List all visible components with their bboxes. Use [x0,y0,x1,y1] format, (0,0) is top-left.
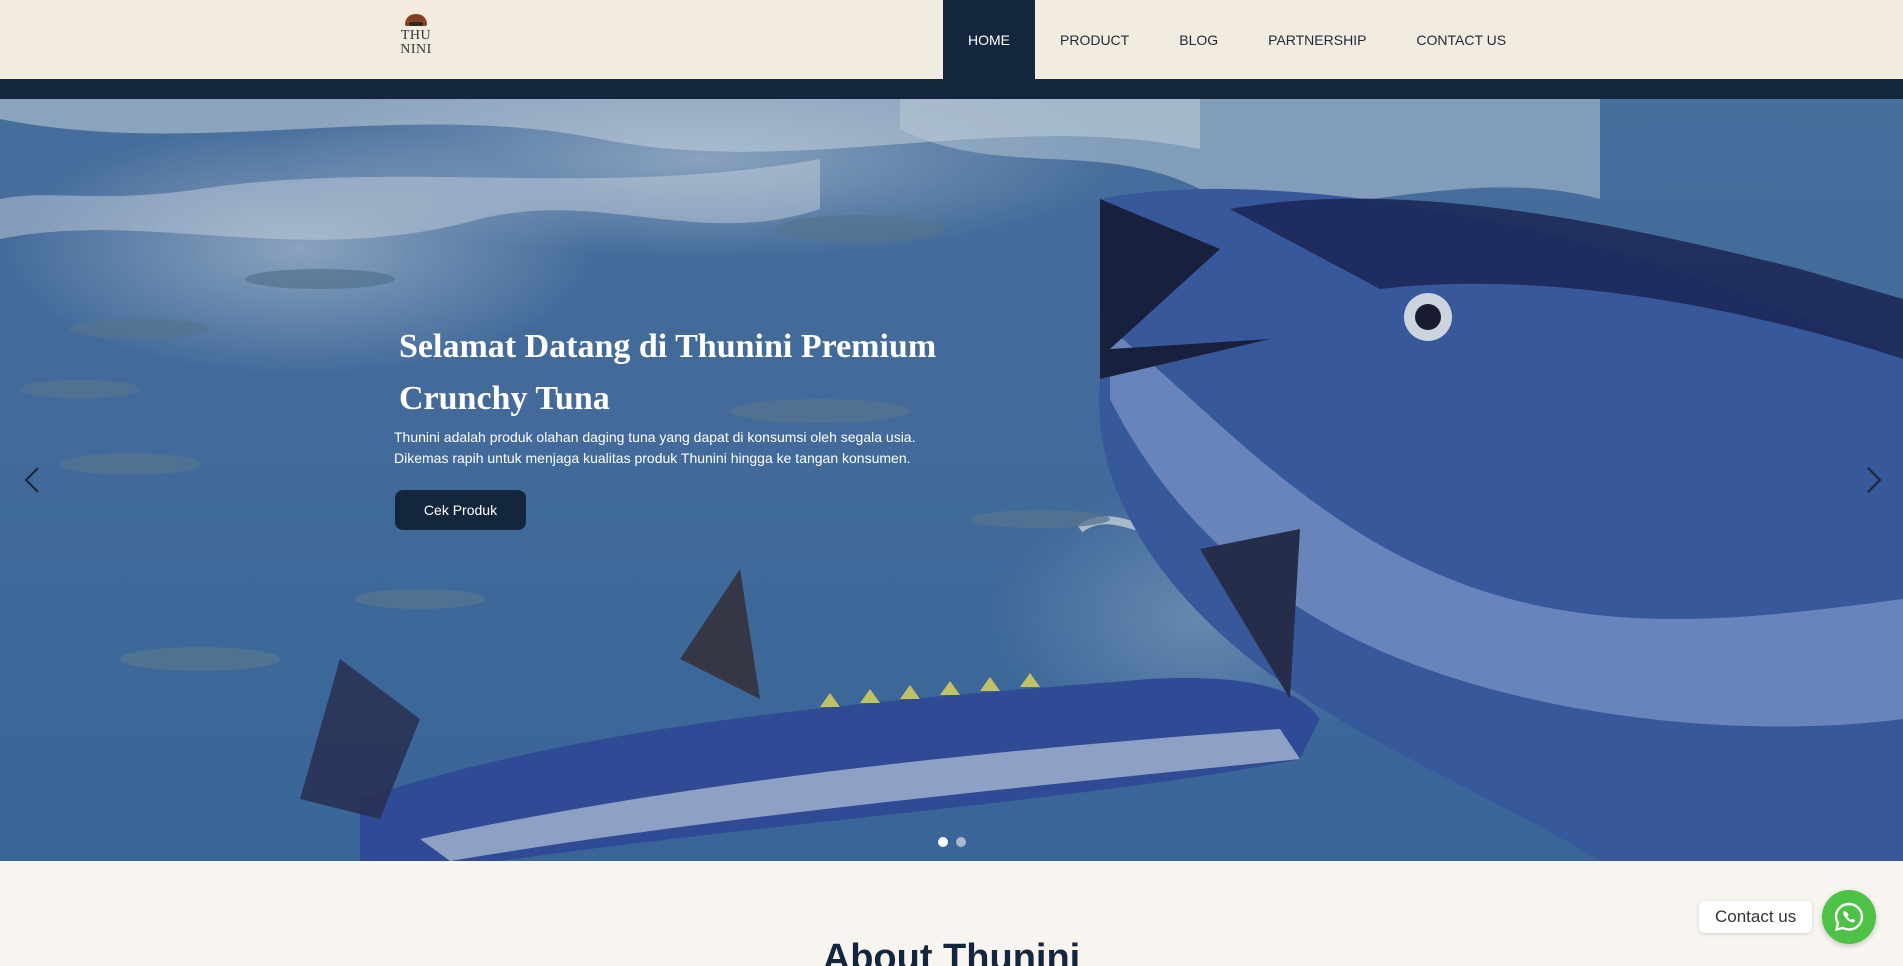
header-accent-bar [0,79,1903,99]
nav-partnership[interactable]: PARTNERSHIP [1243,0,1391,79]
hero-title-line2: Crunchy Tuna [399,380,610,417]
about-section: About Thunini [0,861,1903,966]
hero-slider: Selamat Datang di Thunini Premium Crunch… [0,99,1903,861]
contact-us-label[interactable]: Contact us [1699,901,1813,933]
hero-description-line2: Dikemas rapih untuk menjaga kualitas pro… [394,450,911,466]
whatsapp-icon[interactable] [1822,890,1877,944]
hero-overlay [0,99,1903,861]
logo-text: THU NINI [400,29,432,57]
logo-text-line2: NINI [400,42,432,57]
nav-blog[interactable]: BLOG [1154,0,1243,79]
slider-dot-2[interactable] [956,837,966,847]
hero-title-line1: Selamat Datang di Thunini Premium [399,328,937,365]
nav-home[interactable]: HOME [943,0,1035,79]
site-header: THU NINI HOME PRODUCT BLOG PARTNERSHIP C… [0,0,1903,79]
main-nav: HOME PRODUCT BLOG PARTNERSHIP CONTACT US [943,0,1531,79]
about-title: About Thunini [822,937,1081,966]
logo-text-line1: THU [400,28,432,43]
hero-title: Selamat Datang di Thunini Premium Crunch… [399,321,959,425]
hero-description-line1: Thunini adalah produk olahan daging tuna… [394,429,916,445]
hero-description: Thunini adalah produk olahan daging tuna… [394,427,954,469]
slider-pagination [938,837,966,847]
nav-product[interactable]: PRODUCT [1035,0,1154,79]
cek-produk-button[interactable]: Cek Produk [395,490,526,530]
site-logo[interactable]: THU NINI [398,14,434,66]
slider-prev-arrow-icon[interactable] [20,465,44,495]
floating-contact[interactable]: Contact us [1699,889,1877,945]
nav-contact-us[interactable]: CONTACT US [1391,0,1531,79]
slider-dot-1[interactable] [938,837,948,847]
slider-next-arrow-icon[interactable] [1862,465,1886,495]
logo-mark-icon [405,14,427,26]
